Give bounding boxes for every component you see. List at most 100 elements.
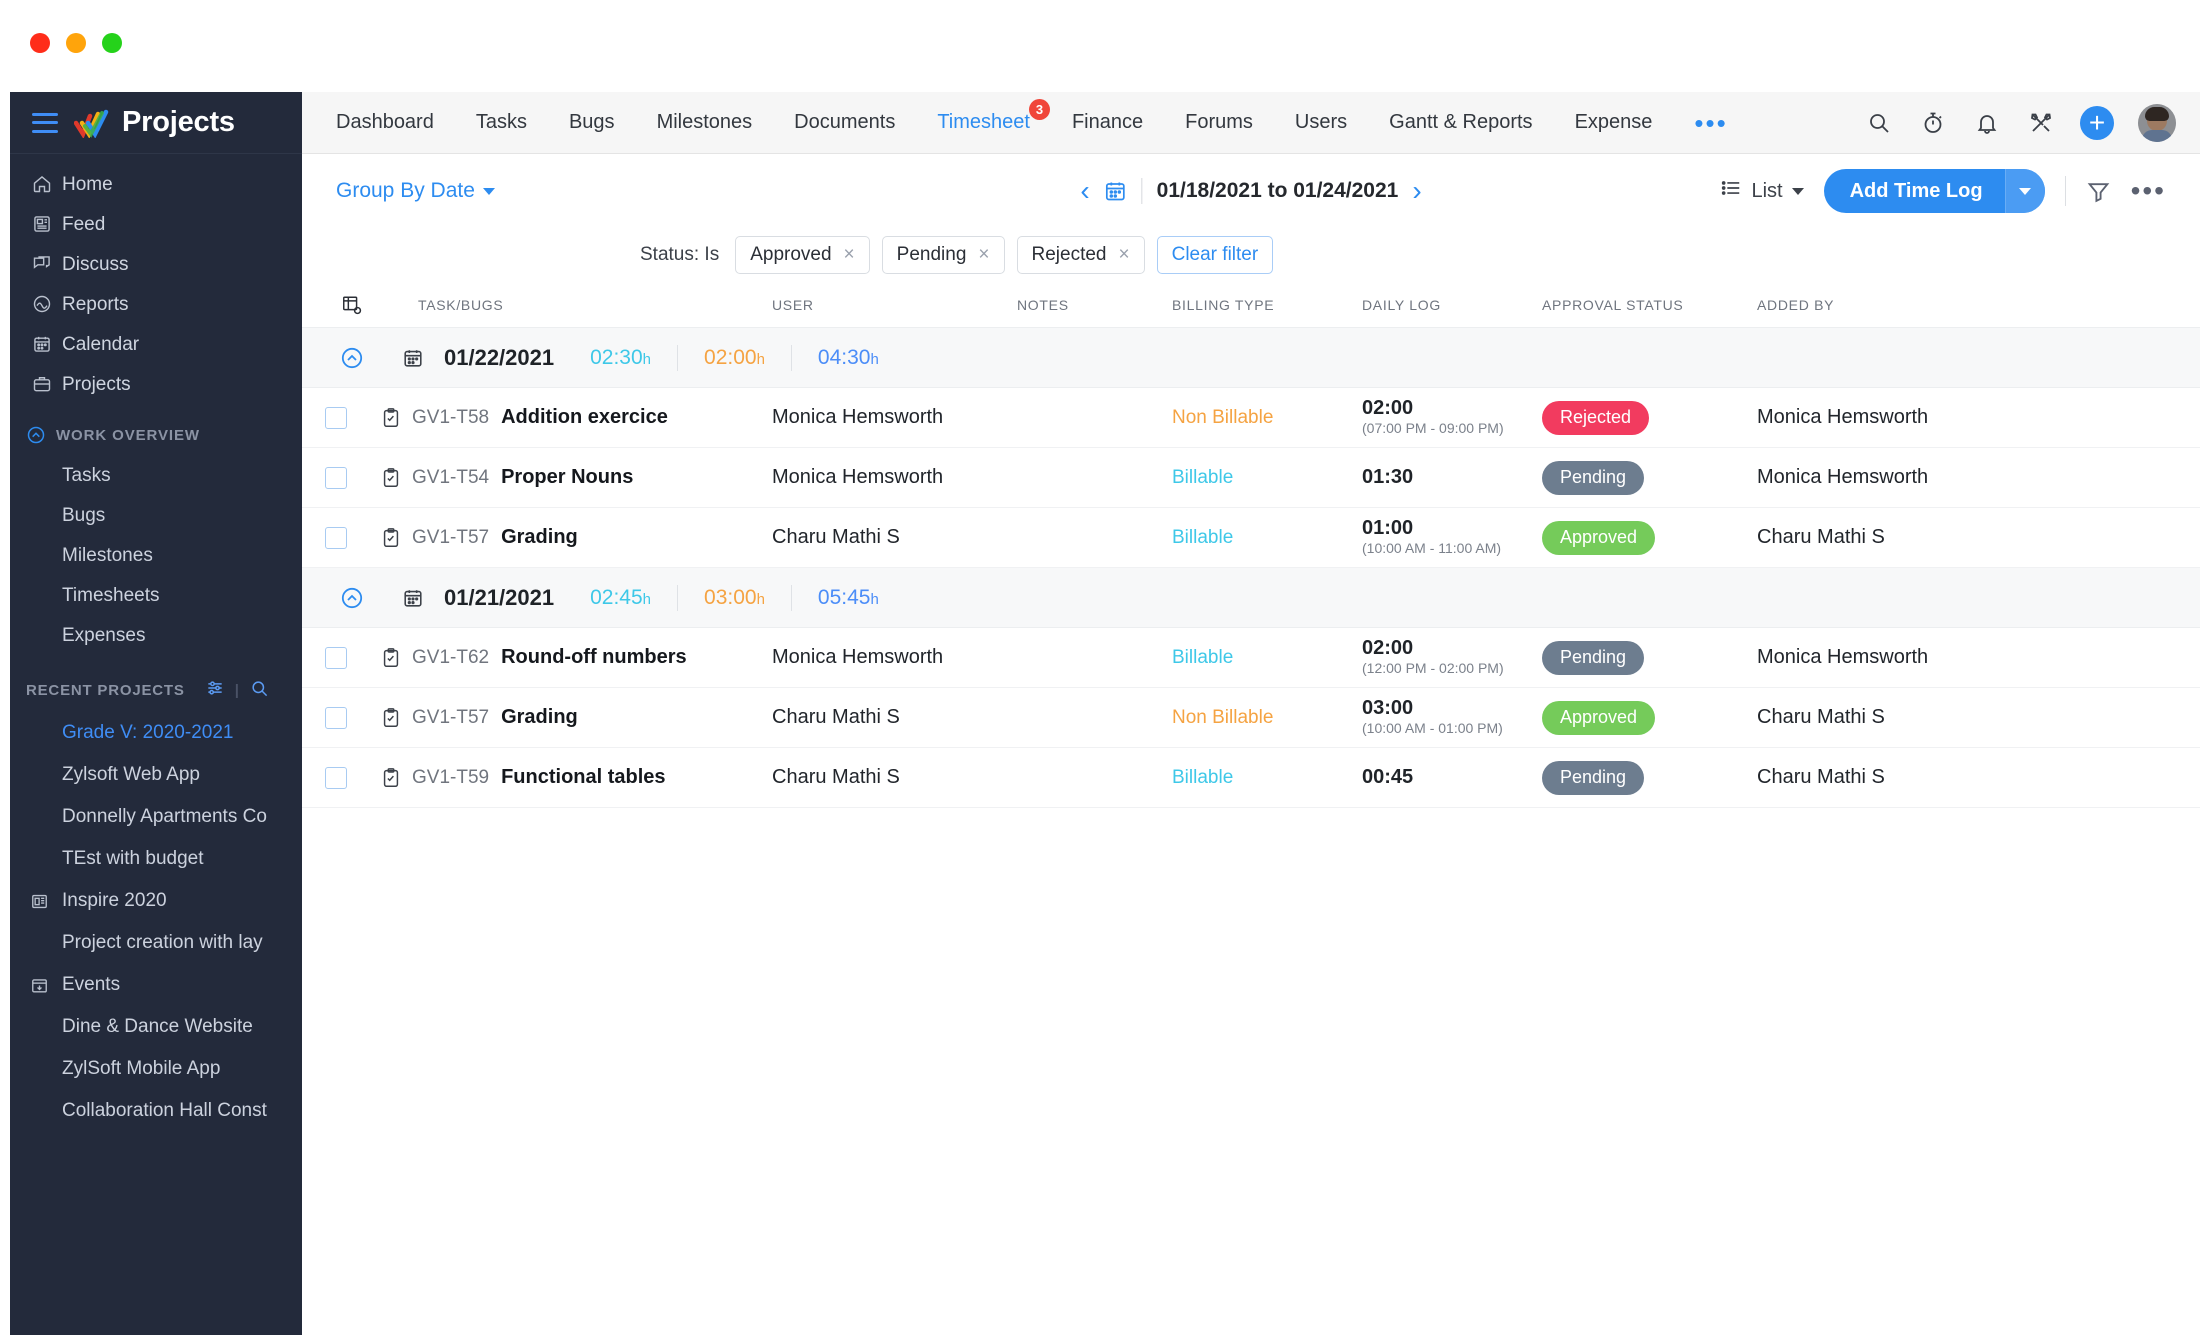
tools-icon[interactable] [2026,108,2056,138]
column-header-notes[interactable]: NOTES [1017,297,1172,313]
close-window-button[interactable] [30,33,50,53]
filter-chip-pending[interactable]: Pending × [882,236,1005,274]
column-header-added-by[interactable]: ADDED BY [1757,297,2057,313]
cell-billing-type[interactable]: Non Billable [1172,707,1362,729]
filter-chip-rejected[interactable]: Rejected × [1017,236,1145,274]
column-settings-icon[interactable] [302,294,402,316]
timer-icon[interactable] [1918,108,1948,138]
create-new-button[interactable] [2080,106,2114,140]
tab-finance[interactable]: Finance [1072,111,1143,134]
maximize-window-button[interactable] [102,33,122,53]
table-row[interactable]: GV1-T54 Proper Nouns Monica Hemsworth Bi… [302,448,2200,508]
status-badge[interactable]: Pending [1542,761,1644,795]
project-item-dine-and-dance-website[interactable]: Dine & Dance Website [10,1006,302,1048]
clear-filter-button[interactable]: Clear filter [1157,236,1274,274]
status-badge[interactable]: Approved [1542,701,1655,735]
collapse-group-button[interactable] [302,586,402,610]
group-by-dropdown[interactable]: Group By Date [336,179,495,203]
cell-billing-type[interactable]: Billable [1172,767,1362,789]
more-tabs-icon[interactable]: ••• [1694,118,1727,128]
sidebar-item-projects[interactable]: Projects [10,364,302,404]
table-row[interactable]: GV1-T58 Addition exercice Monica Hemswor… [302,388,2200,448]
cell-billing-type[interactable]: Non Billable [1172,407,1362,429]
sidebar-item-calendar[interactable]: Calendar [10,324,302,364]
task-name[interactable]: Addition exercice [501,406,668,429]
table-row[interactable]: GV1-T59 Functional tables Charu Mathi S … [302,748,2200,808]
cell-billing-type[interactable]: Billable [1172,647,1362,669]
task-name[interactable]: Grading [501,526,578,549]
tab-forums[interactable]: Forums [1185,111,1253,134]
table-row[interactable]: GV1-T57 Grading Charu Mathi S Non Billab… [302,688,2200,748]
project-item-test-with-budget[interactable]: TEst with budget [10,838,302,880]
sidebar-item-bugs[interactable]: Bugs [10,496,302,536]
filter-chip-approved[interactable]: Approved × [735,236,869,274]
task-name[interactable]: Functional tables [501,766,665,789]
task-name[interactable]: Proper Nouns [501,466,633,489]
funnel-icon[interactable] [2086,179,2111,204]
row-checkbox[interactable] [325,527,347,549]
project-item-donnelly-apartments[interactable]: Donnelly Apartments Co [10,796,302,838]
sidebar-item-home[interactable]: Home [10,164,302,204]
status-badge[interactable]: Pending [1542,461,1644,495]
row-checkbox[interactable] [325,407,347,429]
row-checkbox[interactable] [325,467,347,489]
project-search-icon[interactable] [250,679,269,702]
project-item-grade-v[interactable]: Grade V: 2020-2021 [10,712,302,754]
sidebar-item-discuss[interactable]: Discuss [10,244,302,284]
add-time-log-dropdown[interactable] [2005,169,2045,213]
user-avatar[interactable] [2138,104,2176,142]
cell-billing-type[interactable]: Billable [1172,467,1362,489]
view-switcher[interactable]: List [1720,177,1803,205]
tab-documents[interactable]: Documents [794,111,895,134]
project-item-events[interactable]: Events [10,964,302,1006]
tab-expense[interactable]: Expense [1575,111,1653,134]
project-item-zylsoft-mobile-app[interactable]: ZylSoft Mobile App [10,1048,302,1090]
task-name[interactable]: Round-off numbers [501,646,687,669]
column-header-user[interactable]: USER [772,297,1017,313]
sidebar-item-milestones[interactable]: Milestones [10,536,302,576]
hamburger-menu-icon[interactable] [32,113,58,133]
column-header-approval-status[interactable]: APPROVAL STATUS [1542,297,1757,313]
bell-icon[interactable] [1972,108,2002,138]
column-header-task-bugs[interactable]: TASK/BUGS [402,297,772,313]
column-header-billing-type[interactable]: BILLING TYPE [1172,297,1362,313]
project-item-inspire-2020[interactable]: Inspire 2020 [10,880,302,922]
sidebar-item-feed[interactable]: Feed [10,204,302,244]
row-checkbox[interactable] [325,647,347,669]
project-item-project-creation-with-layout[interactable]: Project creation with lay [10,922,302,964]
remove-chip-icon[interactable]: × [1119,244,1130,266]
tab-timesheet[interactable]: Timesheet 3 [937,111,1030,134]
project-item-collaboration-hall[interactable]: Collaboration Hall Const [10,1090,302,1132]
tab-users[interactable]: Users [1295,111,1347,134]
sidebar-item-reports[interactable]: Reports [10,284,302,324]
column-header-daily-log[interactable]: DAILY LOG [1362,297,1542,313]
next-week-button[interactable]: › [1412,177,1421,205]
status-badge[interactable]: Rejected [1542,401,1649,435]
minimize-window-button[interactable] [66,33,86,53]
calendar-picker-icon[interactable] [1104,179,1128,203]
add-time-log-button[interactable]: Add Time Log [1824,169,2045,213]
previous-week-button[interactable]: ‹ [1080,177,1089,205]
table-row[interactable]: GV1-T62 Round-off numbers Monica Hemswor… [302,628,2200,688]
cell-billing-type[interactable]: Billable [1172,527,1362,549]
status-badge[interactable]: Pending [1542,641,1644,675]
filter-sliders-icon[interactable] [205,678,225,702]
project-item-zylsoft-web-app[interactable]: Zylsoft Web App [10,754,302,796]
task-name[interactable]: Grading [501,706,578,729]
row-checkbox[interactable] [325,767,347,789]
sidebar-item-timesheets[interactable]: Timesheets [10,576,302,616]
work-overview-header[interactable]: WORK OVERVIEW [10,414,302,456]
collapse-group-button[interactable] [302,346,402,370]
tab-tasks[interactable]: Tasks [476,111,527,134]
status-badge[interactable]: Approved [1542,521,1655,555]
sidebar-item-expenses[interactable]: Expenses [10,616,302,656]
remove-chip-icon[interactable]: × [978,244,989,266]
tab-bugs[interactable]: Bugs [569,111,615,134]
remove-chip-icon[interactable]: × [844,244,855,266]
more-options-icon[interactable]: ••• [2131,186,2166,196]
search-icon[interactable] [1864,108,1894,138]
tab-dashboard[interactable]: Dashboard [336,111,434,134]
table-row[interactable]: GV1-T57 Grading Charu Mathi S Billable 0… [302,508,2200,568]
tab-milestones[interactable]: Milestones [657,111,753,134]
row-checkbox[interactable] [325,707,347,729]
